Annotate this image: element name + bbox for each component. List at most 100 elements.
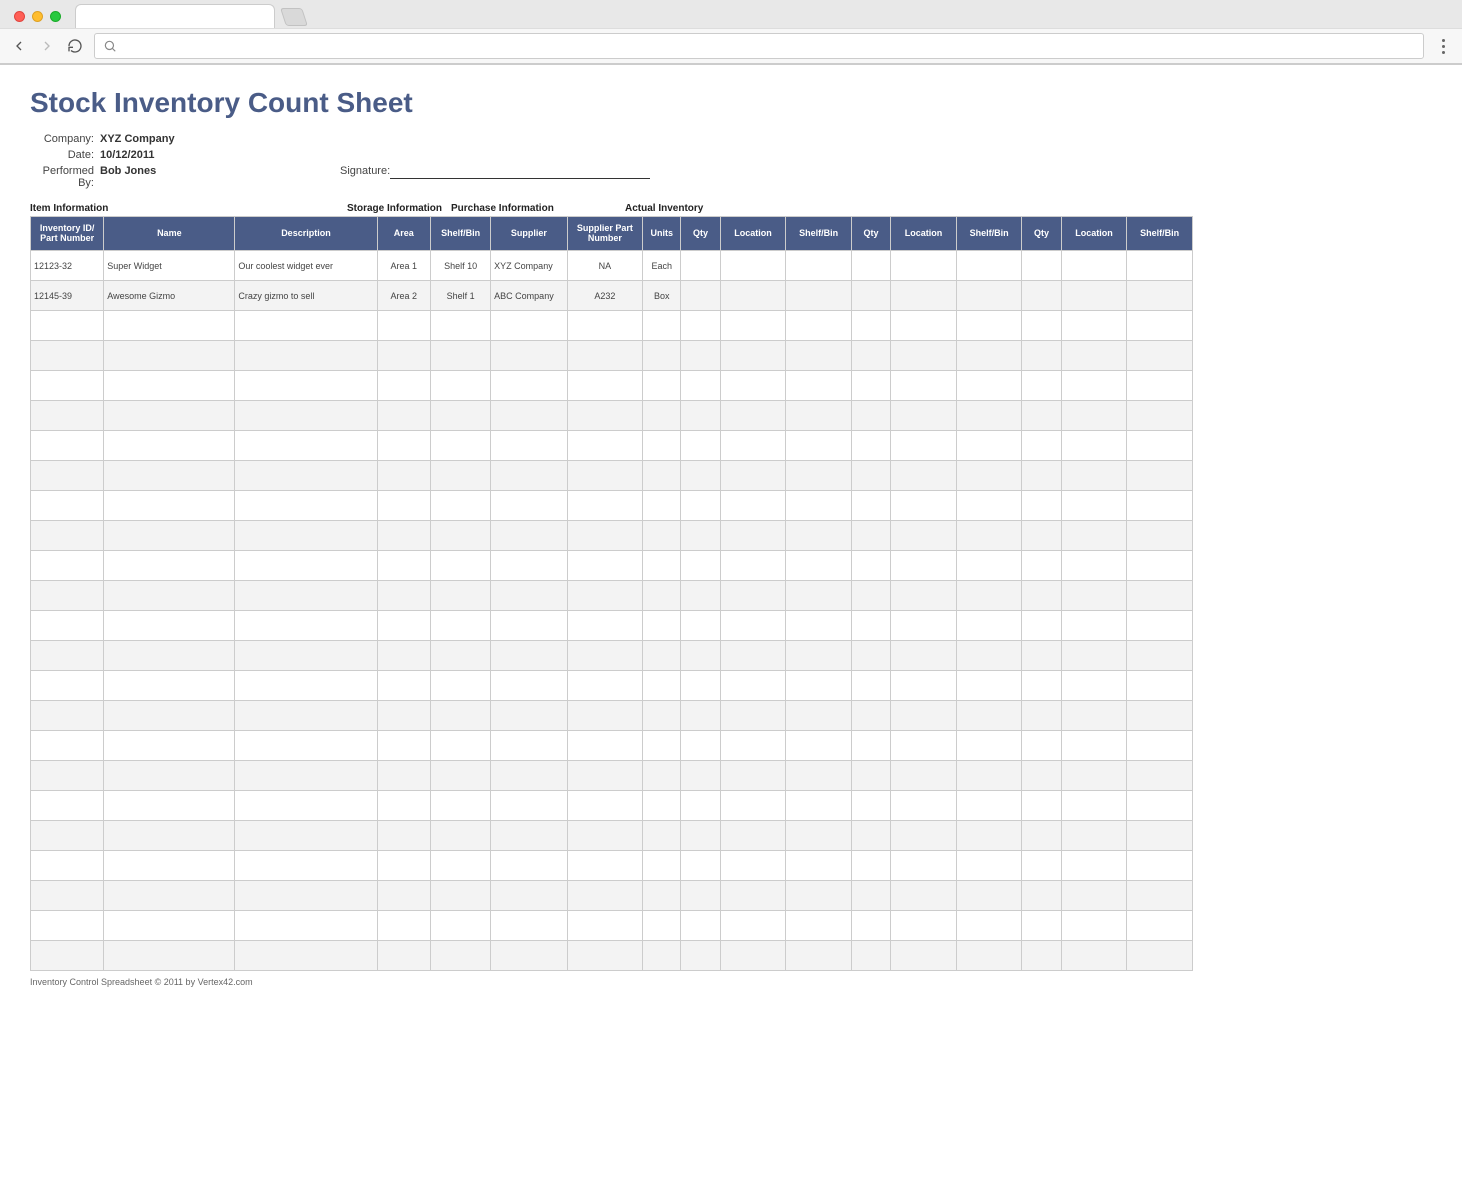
cell-empty[interactable] <box>851 941 890 971</box>
cell-qty1[interactable] <box>681 251 720 281</box>
cell-empty[interactable] <box>1022 851 1061 881</box>
cell-qty3[interactable] <box>1022 251 1061 281</box>
cell-empty[interactable] <box>491 701 568 731</box>
cell-empty[interactable] <box>1127 671 1193 701</box>
cell-empty[interactable] <box>431 911 491 941</box>
cell-empty[interactable] <box>104 761 235 791</box>
cell-empty[interactable] <box>1022 371 1061 401</box>
cell-loc3[interactable] <box>1061 281 1127 311</box>
cell-empty[interactable] <box>104 821 235 851</box>
cell-empty[interactable] <box>377 491 431 521</box>
cell-empty[interactable] <box>377 881 431 911</box>
cell-empty[interactable] <box>31 881 104 911</box>
cell-empty[interactable] <box>1061 371 1127 401</box>
cell-empty[interactable] <box>431 341 491 371</box>
cell-empty[interactable] <box>786 911 852 941</box>
cell-empty[interactable] <box>1127 731 1193 761</box>
cell-empty[interactable] <box>720 401 786 431</box>
cell-empty[interactable] <box>1061 701 1127 731</box>
cell-empty[interactable] <box>786 611 852 641</box>
cell-empty[interactable] <box>431 671 491 701</box>
cell-empty[interactable] <box>1061 731 1127 761</box>
cell-empty[interactable] <box>720 341 786 371</box>
cell-empty[interactable] <box>1127 821 1193 851</box>
cell-empty[interactable] <box>956 401 1022 431</box>
cell-empty[interactable] <box>1061 941 1127 971</box>
cell-supplier_part[interactable]: NA <box>567 251 642 281</box>
cell-empty[interactable] <box>851 311 890 341</box>
cell-empty[interactable] <box>491 851 568 881</box>
cell-empty[interactable] <box>235 461 377 491</box>
cell-empty[interactable] <box>643 461 681 491</box>
cell-supplier_part[interactable]: A232 <box>567 281 642 311</box>
cell-empty[interactable] <box>851 461 890 491</box>
cell-empty[interactable] <box>377 401 431 431</box>
cell-shelfbin[interactable]: Shelf 10 <box>431 251 491 281</box>
cell-empty[interactable] <box>1022 401 1061 431</box>
cell-empty[interactable] <box>104 911 235 941</box>
cell-shelfbin[interactable]: Shelf 1 <box>431 281 491 311</box>
cell-empty[interactable] <box>377 371 431 401</box>
cell-empty[interactable] <box>567 911 642 941</box>
cell-empty[interactable] <box>567 521 642 551</box>
cell-empty[interactable] <box>104 371 235 401</box>
cell-empty[interactable] <box>567 461 642 491</box>
cell-empty[interactable] <box>891 581 957 611</box>
cell-empty[interactable] <box>786 701 852 731</box>
cell-empty[interactable] <box>31 401 104 431</box>
cell-empty[interactable] <box>643 401 681 431</box>
cell-empty[interactable] <box>851 431 890 461</box>
cell-empty[interactable] <box>956 701 1022 731</box>
cell-empty[interactable] <box>956 461 1022 491</box>
cell-empty[interactable] <box>643 641 681 671</box>
cell-empty[interactable] <box>377 671 431 701</box>
cell-empty[interactable] <box>104 671 235 701</box>
cell-empty[interactable] <box>104 941 235 971</box>
cell-empty[interactable] <box>235 731 377 761</box>
cell-empty[interactable] <box>851 521 890 551</box>
cell-empty[interactable] <box>104 641 235 671</box>
cell-empty[interactable] <box>377 641 431 671</box>
cell-empty[interactable] <box>786 641 852 671</box>
cell-empty[interactable] <box>567 401 642 431</box>
cell-empty[interactable] <box>891 791 957 821</box>
cell-empty[interactable] <box>681 641 720 671</box>
cell-empty[interactable] <box>104 581 235 611</box>
cell-units[interactable]: Box <box>643 281 681 311</box>
cell-empty[interactable] <box>567 851 642 881</box>
cell-empty[interactable] <box>377 551 431 581</box>
cell-empty[interactable] <box>720 671 786 701</box>
cell-empty[interactable] <box>851 791 890 821</box>
cell-qty3[interactable] <box>1022 281 1061 311</box>
cell-empty[interactable] <box>567 431 642 461</box>
cell-empty[interactable] <box>431 431 491 461</box>
cell-empty[interactable] <box>681 341 720 371</box>
cell-empty[interactable] <box>491 491 568 521</box>
cell-empty[interactable] <box>891 941 957 971</box>
cell-empty[interactable] <box>1061 341 1127 371</box>
cell-empty[interactable] <box>681 461 720 491</box>
cell-empty[interactable] <box>956 791 1022 821</box>
cell-empty[interactable] <box>786 401 852 431</box>
cell-empty[interactable] <box>643 791 681 821</box>
cell-empty[interactable] <box>104 701 235 731</box>
cell-empty[interactable] <box>567 581 642 611</box>
cell-empty[interactable] <box>1127 761 1193 791</box>
cell-empty[interactable] <box>1061 551 1127 581</box>
cell-empty[interactable] <box>891 371 957 401</box>
cell-empty[interactable] <box>1061 671 1127 701</box>
cell-qty2[interactable] <box>851 251 890 281</box>
cell-empty[interactable] <box>1061 401 1127 431</box>
cell-empty[interactable] <box>235 581 377 611</box>
cell-empty[interactable] <box>567 701 642 731</box>
cell-empty[interactable] <box>720 701 786 731</box>
cell-empty[interactable] <box>786 851 852 881</box>
cell-empty[interactable] <box>851 881 890 911</box>
cell-loc1[interactable] <box>720 251 786 281</box>
cell-empty[interactable] <box>1022 641 1061 671</box>
cell-empty[interactable] <box>491 551 568 581</box>
cell-empty[interactable] <box>851 401 890 431</box>
cell-empty[interactable] <box>786 581 852 611</box>
cell-empty[interactable] <box>431 881 491 911</box>
cell-empty[interactable] <box>1022 821 1061 851</box>
